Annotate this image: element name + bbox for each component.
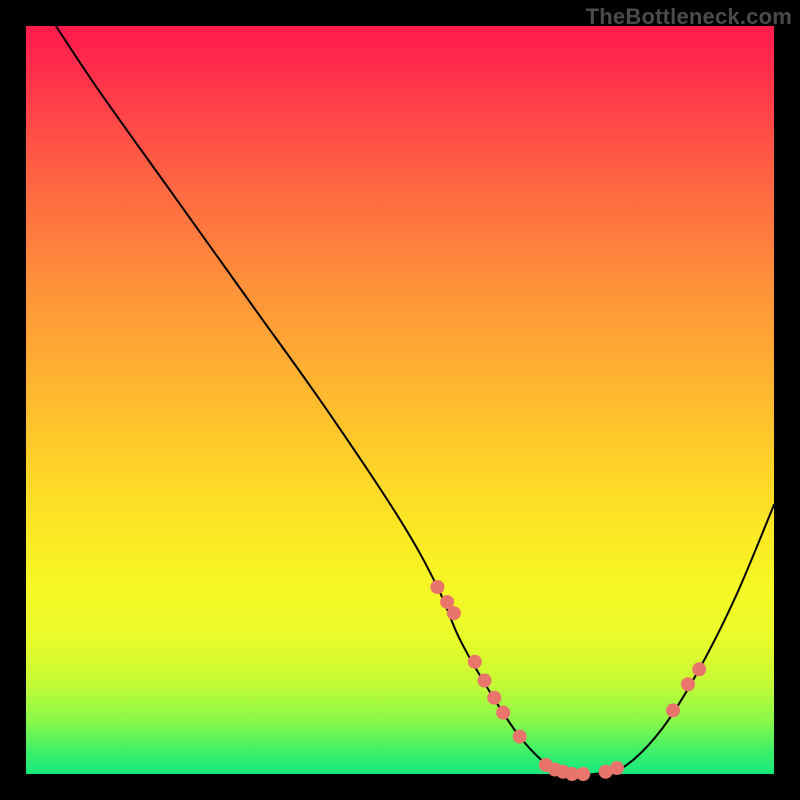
marker-dot [610,761,624,775]
marker-dot [513,730,527,744]
marker-dot [692,662,706,676]
marker-dot [487,691,501,705]
marker-dot [576,767,590,781]
curve-markers [430,580,706,781]
curve-layer [26,26,774,774]
marker-dot [430,580,444,594]
marker-dot [666,703,680,717]
marker-dot [496,706,510,720]
marker-dot [468,655,482,669]
marker-dot [681,677,695,691]
plot-area [26,26,774,774]
marker-dot [447,606,461,620]
marker-dot [478,674,492,688]
bottleneck-curve [56,26,774,775]
